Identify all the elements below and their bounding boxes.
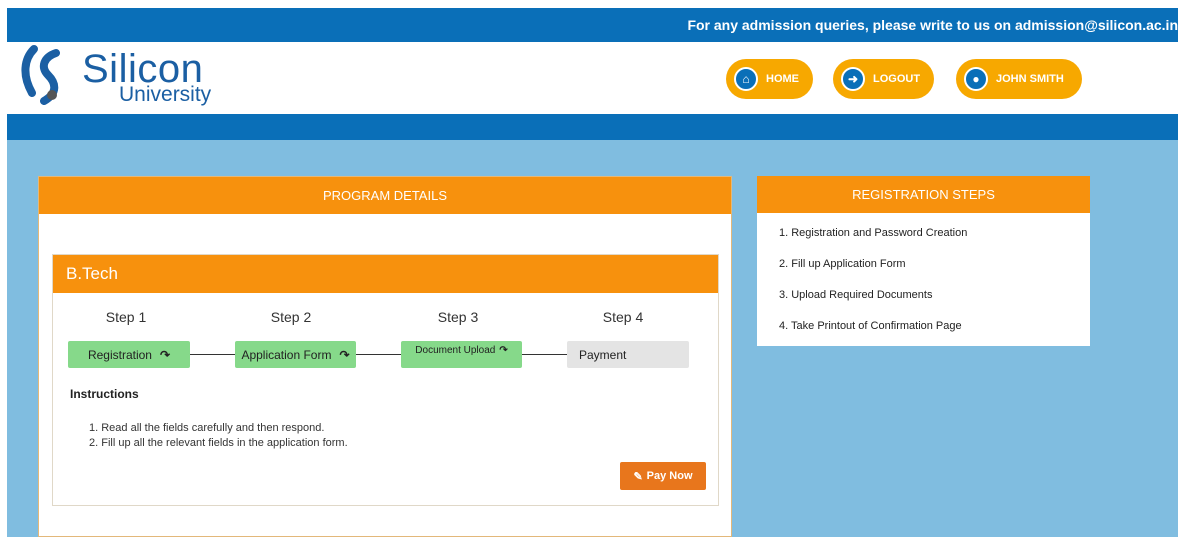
page-frame: For any admission queries, please write … (7, 8, 1178, 537)
logout-icon: ➜ (841, 67, 865, 91)
step-registration-label: Registration (87, 347, 152, 362)
registration-steps-card: REGISTRATION STEPS 1. Registration and P… (757, 176, 1090, 346)
logo-subtitle: University (119, 83, 212, 106)
user-button[interactable]: ● JOHN SMITH (956, 59, 1082, 99)
step-connector (356, 354, 401, 355)
user-name: JOHN SMITH (996, 73, 1064, 85)
step-connector (190, 354, 235, 355)
step-connector (522, 354, 567, 355)
step-document-upload[interactable]: Document Upload ↷ (401, 341, 522, 368)
instructions-list: 1. Read all the fields carefully and the… (89, 421, 348, 451)
instructions-title: Instructions (70, 387, 139, 401)
university-logo[interactable]: Silicon University (14, 45, 234, 106)
step-label-4: Step 4 (602, 309, 644, 325)
share-arrow-icon: ↷ (159, 347, 171, 362)
step-label-3: Step 3 (437, 309, 479, 325)
step-registration[interactable]: Registration ↷ (68, 341, 190, 368)
share-arrow-icon: ↷ (499, 345, 508, 356)
admission-notice: For any admission queries, please write … (7, 8, 1178, 42)
site-header: Silicon University ⌂ HOME ➜ LOGOUT ● JOH… (7, 42, 1178, 114)
nav-strip (7, 114, 1178, 140)
registration-steps-header: REGISTRATION STEPS (757, 176, 1090, 213)
program-details-card: PROGRAM DETAILS B.Tech Step 1 Step 2 Ste… (38, 176, 732, 537)
registration-step-item: 2. Fill up Application Form (779, 258, 906, 270)
step-payment-label: Payment (579, 347, 627, 362)
edit-icon: ✎ (633, 470, 643, 483)
course-title: B.Tech (53, 255, 718, 293)
registration-step-item: 3. Upload Required Documents (779, 289, 933, 301)
registration-step-item: 1. Registration and Password Creation (779, 227, 968, 239)
step-payment[interactable]: Payment (567, 341, 689, 368)
registration-step-item: 4. Take Printout of Confirmation Page (779, 320, 962, 332)
home-icon: ⌂ (734, 67, 758, 91)
home-label: HOME (766, 73, 799, 85)
program-details-header: PROGRAM DETAILS (39, 177, 731, 214)
pay-now-label: Pay Now (646, 470, 693, 482)
home-button[interactable]: ⌂ HOME (726, 59, 813, 99)
share-arrow-icon: ↷ (339, 347, 350, 362)
instruction-item: 1. Read all the fields carefully and the… (89, 422, 325, 434)
logout-button[interactable]: ➜ LOGOUT (833, 59, 935, 99)
logout-label: LOGOUT (873, 73, 921, 85)
step-application-form[interactable]: Application Form ↷ (235, 341, 356, 368)
instruction-item: 2. Fill up all the relevant fields in th… (89, 437, 348, 449)
step-label-1: Step 1 (105, 309, 147, 325)
course-panel: B.Tech Step 1 Step 2 Step 3 Step 4 Regis… (52, 254, 719, 506)
step-label-2: Step 2 (270, 309, 312, 325)
step-application-label: Application Form (241, 347, 332, 362)
logo-mark-icon (21, 45, 60, 105)
pay-now-button[interactable]: ✎ Pay Now (620, 462, 706, 490)
user-icon: ● (964, 67, 988, 91)
step-document-label: Document Upload (415, 345, 496, 356)
